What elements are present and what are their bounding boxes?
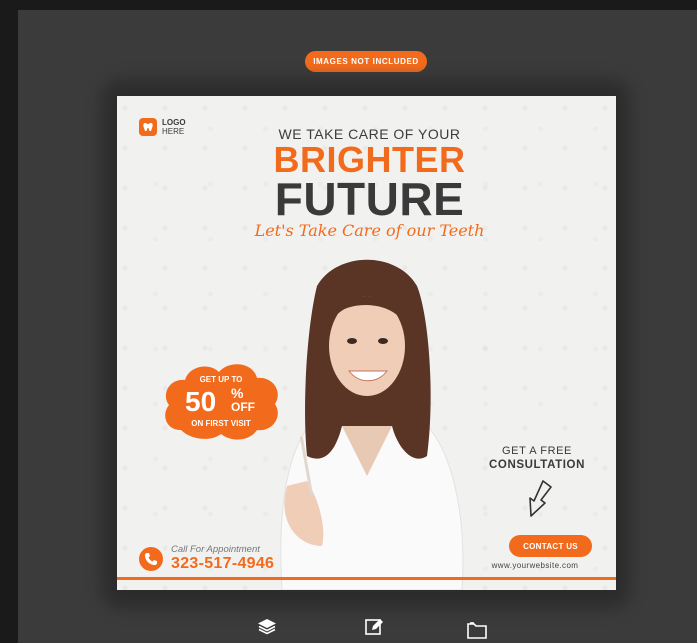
- headline-future: FUTURE: [274, 173, 465, 225]
- discount-badge: GET UP TO 50 % OFF ON FIRST VISIT: [161, 360, 283, 442]
- window-top-bar: [0, 0, 697, 10]
- window-left-bar: [0, 0, 18, 643]
- website-url: www.yourwebsite.com: [491, 561, 579, 570]
- contact-us-button[interactable]: CONTACT US: [509, 535, 592, 557]
- arrow-down-icon: [529, 480, 552, 517]
- offer-first-visit: ON FIRST VISIT: [191, 419, 251, 428]
- edit-icon[interactable]: [363, 616, 385, 638]
- offer-percent: 50: [185, 386, 217, 417]
- phone-icon: [139, 546, 163, 571]
- call-number: 323-517-4946: [171, 555, 275, 572]
- layers-icon[interactable]: [256, 616, 278, 638]
- woman-photo: [280, 259, 464, 590]
- call-for-appointment: Call For Appointment 323-517-4946: [139, 544, 274, 573]
- images-not-included-badge: IMAGES NOT INCLUDED: [305, 51, 427, 72]
- consultation-line2: CONSULTATION: [489, 459, 585, 471]
- offer-percent-sign: %: [231, 385, 244, 401]
- folder-icon[interactable]: [466, 619, 488, 641]
- headline-script: Let's Take Care of our Teeth: [254, 221, 485, 240]
- offer-off: OFF: [231, 400, 255, 414]
- offer-get-up-to: GET UP TO: [199, 375, 243, 384]
- poster: LOGO HERE WE TAKE CARE OF YOUR BRIGHTER …: [117, 96, 616, 590]
- free-consultation: GET A FREE CONSULTATION: [477, 445, 597, 471]
- call-label: Call For Appointment: [171, 544, 260, 555]
- consultation-line1: GET A FREE: [502, 445, 572, 457]
- bottom-stripe: [117, 577, 616, 580]
- bottom-toolbar: [0, 614, 697, 643]
